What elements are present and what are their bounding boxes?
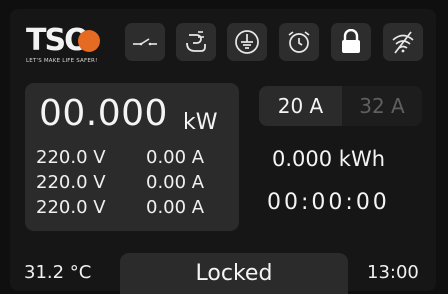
lock-icon <box>331 23 371 61</box>
brand-logo: TSO LET'S MAKE LIFE SAFER! <box>24 24 112 68</box>
power-value: 00.000 <box>39 93 168 134</box>
phase-voltage: 220.0 V <box>36 172 106 193</box>
phase-current: 0.00 A <box>146 147 205 168</box>
energy-value: 0.000 kWh <box>272 147 386 171</box>
status-label: Locked <box>195 261 273 286</box>
clock: 13:00 <box>367 262 419 283</box>
phase-voltage: 220.0 V <box>36 147 106 168</box>
temperature: 31.2 °C <box>24 262 92 283</box>
ground-icon <box>227 23 267 61</box>
current-selector: 20 A 32 A <box>259 86 422 126</box>
logo-tagline: LET'S MAKE LIFE SAFER! <box>26 58 98 64</box>
switch-icon <box>125 23 165 61</box>
hand-plug-icon <box>176 23 216 61</box>
alarm-clock-icon <box>279 23 319 61</box>
logo-globe-icon <box>78 30 100 52</box>
power-panel: 00.000 kW 220.0 V 0.00 A 220.0 V 0.00 A … <box>25 83 239 231</box>
phase-current: 0.00 A <box>146 197 205 218</box>
charge-timer: 00:00:00 <box>267 190 390 215</box>
power-unit: kW <box>183 110 218 135</box>
phase-current: 0.00 A <box>146 172 205 193</box>
status-bar: Locked <box>120 253 348 294</box>
current-option-20a[interactable]: 20 A <box>259 86 342 126</box>
wifi-off-icon <box>383 23 423 61</box>
current-option-32a[interactable]: 32 A <box>342 86 422 126</box>
phase-voltage: 220.0 V <box>36 197 106 218</box>
